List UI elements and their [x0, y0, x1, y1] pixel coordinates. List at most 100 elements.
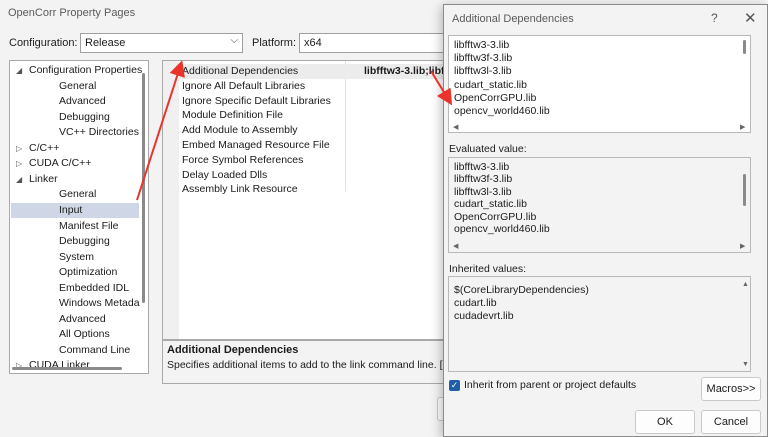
scroll-right-icon[interactable]: ▶	[740, 242, 745, 250]
dependency-line: libfftw3l-3.lib	[454, 65, 512, 78]
tree-item-label: Advanced	[59, 312, 106, 325]
tree-item-label: C/C++	[29, 141, 60, 154]
configuration-label: Configuration:	[9, 37, 78, 49]
evaluated-line: libfftw3-3.lib	[454, 161, 510, 173]
tree-item-label: Optimization	[59, 266, 118, 279]
evaluated-value-label: Evaluated value:	[449, 143, 527, 155]
tree-item[interactable]: Command Line	[59, 343, 130, 359]
evaluated-value-box: libfftw3-3.lib libfftw3f-3.lib libfftw3l-3…	[448, 157, 751, 253]
scroll-right-icon[interactable]: ▶	[740, 123, 745, 131]
tree-item[interactable]: Input	[11, 202, 139, 219]
tree-vertical-scrollbar[interactable]	[140, 63, 147, 363]
scroll-down-icon[interactable]: ▼	[742, 361, 749, 368]
evaluated-line: cudart_static.lib	[454, 198, 527, 211]
ok-button[interactable]: OK	[635, 410, 695, 434]
configuration-combo[interactable]: Release ⌵	[80, 33, 243, 53]
tree-item-label: Linker	[29, 172, 58, 185]
additional-dependencies-dialog: Additional Dependencies ? ✕ libfftw3-3.l…	[443, 4, 768, 437]
property-name: Force Symbol References	[182, 153, 304, 166]
inherit-checkbox-row[interactable]: ✓ Inherit from parent or project default…	[449, 379, 636, 391]
property-row[interactable]: Force Symbol References	[179, 153, 451, 168]
tree-horizontal-scrollbar[interactable]	[12, 365, 136, 372]
tree-item[interactable]: Advanced	[59, 94, 106, 110]
close-icon[interactable]: ✕	[744, 9, 757, 27]
dependency-line: libfftw3f-3.lib	[454, 52, 513, 65]
inherited-values-box: $(CoreLibraryDependencies) cudart.lib cuda…	[448, 276, 751, 372]
evaluated-line: opencv_world460.lib	[454, 223, 550, 235]
tree-item-label: General	[59, 79, 97, 92]
window-title: OpenCorr Property Pages	[8, 7, 136, 19]
platform-value: x64	[304, 37, 322, 49]
dialog-title: Additional Dependencies	[452, 13, 574, 25]
property-row[interactable]: Delay Loaded Dlls	[179, 168, 451, 183]
property-row[interactable]: Additional Dependencies libfftw3-3.lib;li…	[179, 64, 451, 79]
dependency-line: cudart_static.lib	[454, 78, 527, 91]
inherited-values-label: Inherited values:	[449, 263, 527, 275]
inherit-checkbox-label: Inherit from parent or project defaults	[464, 379, 637, 391]
configuration-tree[interactable]: ◢ Configuration Properties General Advanced…	[9, 60, 149, 374]
edit-vertical-scrollbar[interactable]	[740, 40, 748, 115]
property-name: Ignore Specific Default Libraries	[182, 94, 331, 107]
evaluated-line: libfftw3l-3.lib	[454, 185, 512, 198]
tree-item-label: CUDA C/C++	[29, 157, 92, 170]
tree-item-label: Manifest File	[59, 219, 119, 232]
tree-item[interactable]: System	[59, 250, 94, 266]
property-name: Embed Managed Resource File	[182, 139, 330, 151]
grid-margin	[163, 61, 179, 339]
tree-item-label: System	[59, 250, 95, 263]
tree-item[interactable]: Embedded IDL	[59, 281, 129, 297]
tree-item[interactable]: Debugging	[59, 110, 110, 126]
cancel-button[interactable]: Cancel	[701, 410, 761, 434]
tree-item[interactable]: Debugging	[59, 234, 110, 250]
tree-item-label: VC++ Directories	[59, 126, 139, 139]
tree-item[interactable]: Advanced	[59, 312, 106, 328]
macros-button[interactable]: Macros>>	[701, 377, 761, 401]
scroll-up-icon[interactable]: ▲	[742, 281, 749, 288]
description-text: Specifies additional items to add to the…	[167, 359, 448, 371]
platform-label: Platform:	[252, 37, 297, 49]
tree-item-label: Windows Metada	[59, 297, 140, 310]
description-panel: Additional Dependencies Specifies additi…	[162, 340, 452, 384]
property-name: Ignore All Default Libraries	[182, 79, 306, 92]
property-value[interactable]: libfftw3-3.lib;libfftw	[364, 64, 451, 79]
scroll-left-icon[interactable]: ◀	[453, 242, 458, 250]
property-row[interactable]: Module Definition File	[179, 108, 451, 123]
property-name: Module Definition File	[182, 109, 283, 122]
collapse-icon[interactable]: ◢	[16, 175, 22, 184]
tree-item[interactable]: Manifest File	[59, 219, 119, 235]
dependency-line: opencv_world460.lib	[454, 105, 550, 117]
property-row[interactable]: Assembly Link Resource	[179, 182, 451, 197]
inherited-line: cudadevrt.lib	[454, 310, 514, 323]
platform-combo[interactable]: x64	[299, 33, 449, 53]
tree-item-label: Command Line	[59, 343, 131, 356]
property-name: Add Module to Assembly	[182, 124, 298, 137]
inherit-checkbox[interactable]: ✓	[449, 379, 460, 391]
tree-item-label: Debugging	[59, 110, 110, 123]
tree-item[interactable]: CUDA C/C++	[29, 156, 91, 172]
dependencies-edit-box[interactable]: libfftw3-3.lib libfftw3f-3.lib libfftw3l-3…	[448, 35, 751, 133]
tree-item[interactable]: C/C++	[29, 141, 59, 157]
tree-item[interactable]: VC++ Directories	[59, 125, 139, 141]
tree-item[interactable]: All Options	[59, 327, 110, 343]
property-row[interactable]: Embed Managed Resource File	[179, 138, 451, 153]
property-row[interactable]: Ignore Specific Default Libraries	[179, 94, 451, 109]
tree-item[interactable]: General	[59, 187, 96, 203]
tree-item[interactable]: General	[59, 79, 96, 95]
expand-icon[interactable]: ▷	[16, 159, 22, 168]
tree-item[interactable]: Configuration Properties	[29, 63, 142, 79]
tree-item-label: All Options	[59, 328, 110, 341]
expand-icon[interactable]: ▷	[16, 144, 22, 153]
property-row[interactable]: Ignore All Default Libraries	[179, 79, 451, 94]
scroll-left-icon[interactable]: ◀	[453, 123, 458, 131]
evaluated-line: libfftw3f-3.lib	[454, 173, 513, 186]
tree-item[interactable]: Windows Metada	[59, 296, 140, 312]
inherited-line: cudart.lib	[454, 297, 497, 310]
property-grid[interactable]: Additional Dependencies libfftw3-3.lib;li…	[162, 60, 452, 340]
description-title: Additional Dependencies	[167, 344, 299, 356]
help-icon[interactable]: ?	[711, 11, 718, 25]
property-row[interactable]: Add Module to Assembly	[179, 123, 451, 138]
collapse-icon[interactable]: ◢	[16, 66, 22, 75]
tree-item[interactable]: Optimization	[59, 265, 117, 281]
tree-item[interactable]: Linker	[29, 172, 58, 188]
evaluated-vertical-scrollbar[interactable]	[740, 168, 748, 228]
